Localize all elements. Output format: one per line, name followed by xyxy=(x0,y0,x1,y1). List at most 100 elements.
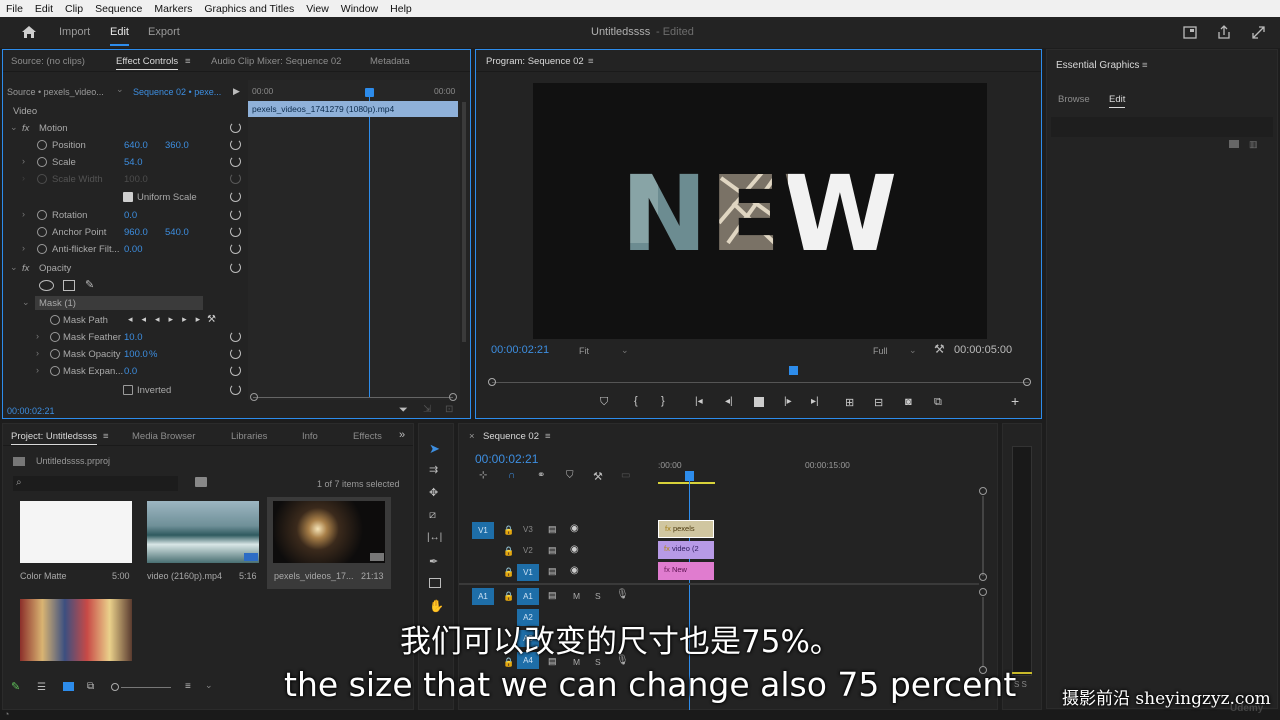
share-icon[interactable] xyxy=(1217,25,1231,39)
work-area-bar[interactable] xyxy=(658,482,715,484)
inverted-row[interactable]: Inverted xyxy=(3,382,247,399)
quality-select[interactable]: Full ⌄ xyxy=(873,345,921,358)
reset-icon[interactable] xyxy=(230,226,241,237)
stopwatch-icon[interactable] xyxy=(37,157,47,167)
slip-tool-icon[interactable]: |↔| xyxy=(427,532,442,543)
ellipse-mask-icon[interactable] xyxy=(39,280,54,291)
panel-menu-icon[interactable]: ≡ xyxy=(588,56,594,67)
freeform-view-icon[interactable]: ⧉ xyxy=(87,681,94,692)
menu-graphics[interactable]: Graphics and Titles xyxy=(198,3,300,15)
lock-icon[interactable]: 🔒 xyxy=(503,546,514,557)
list-view-icon[interactable]: ☰ xyxy=(37,682,46,693)
position-y-value[interactable]: 360.0 xyxy=(165,140,189,151)
source-patch-a1[interactable]: A1 xyxy=(472,588,494,605)
step-forward-icon[interactable]: |▸ xyxy=(784,396,792,407)
camera-icon[interactable]: ◙ xyxy=(905,396,912,408)
menu-help[interactable]: Help xyxy=(384,3,418,15)
mask-path-row[interactable]: Mask Path ◂◂◂▸▸▸ ⚒ xyxy=(3,312,247,329)
zoom-handle-left[interactable] xyxy=(250,393,258,401)
sort-icon[interactable]: ≡ xyxy=(185,681,191,692)
rectangle-tool-icon[interactable] xyxy=(429,578,441,588)
mark-in-icon[interactable]: { xyxy=(634,395,638,407)
stopwatch-icon[interactable] xyxy=(37,227,47,237)
collapse-arrow-icon[interactable]: ⌄ xyxy=(10,262,18,273)
panel-menu-icon[interactable]: ≡ xyxy=(545,431,551,442)
video-preview[interactable]: NEW xyxy=(533,83,987,339)
opacity-row[interactable]: ⌄ fx Opacity xyxy=(3,260,247,277)
filter-icon[interactable]: ⏷ xyxy=(399,404,408,417)
antiflicker-row[interactable]: › Anti-flicker Filt... 0.00 xyxy=(3,241,247,258)
reset-icon[interactable] xyxy=(230,209,241,220)
mask-label[interactable]: Mask (1) xyxy=(39,298,76,309)
menu-edit[interactable]: Edit xyxy=(29,3,59,15)
wrench-icon[interactable]: ⚒ xyxy=(593,470,603,483)
stopwatch-icon[interactable] xyxy=(50,349,60,359)
chevron-down-icon[interactable]: ⌄ xyxy=(205,680,213,691)
scrub-track[interactable] xyxy=(492,382,1029,383)
mask-expansion-row[interactable]: › Mask Expan... 0.0 xyxy=(3,363,247,380)
collapse-arrow-icon[interactable]: ⌄ xyxy=(22,297,30,308)
audio-scroll-track[interactable] xyxy=(982,597,984,667)
lift-icon[interactable]: ⊞ xyxy=(845,396,854,409)
anchor-row[interactable]: Anchor Point 960.0 540.0 xyxy=(3,224,247,241)
sync-lock-icon[interactable]: ▤ xyxy=(548,590,557,601)
effect-timeline[interactable]: 00:00 00:00 pexels_videos_1741279 (1080p… xyxy=(248,80,466,400)
thumbnail-color-matte[interactable] xyxy=(20,501,132,563)
go-to-out-icon[interactable]: ▸| xyxy=(811,396,819,407)
mask-feather-row[interactable]: › Mask Feather 10.0 xyxy=(3,329,247,346)
tab-eg-edit[interactable]: Edit xyxy=(1109,94,1126,108)
stop-icon[interactable] xyxy=(754,397,764,407)
pencil-icon[interactable]: ✎ xyxy=(11,680,20,693)
clip-new[interactable]: fx New xyxy=(658,562,714,580)
extract-icon[interactable]: ⊟ xyxy=(874,396,883,409)
v-scroll-handle-top[interactable] xyxy=(979,487,987,495)
zoom-slider-track[interactable] xyxy=(121,687,171,688)
rectangle-mask-icon[interactable] xyxy=(63,280,75,291)
menu-window[interactable]: Window xyxy=(335,3,384,15)
tab-source[interactable]: Source: (no clips) xyxy=(11,56,85,67)
clip-bar[interactable]: pexels_videos_1741279 (1080p).mp4 xyxy=(248,101,458,117)
v-scroll-handle-bottom[interactable] xyxy=(979,573,987,581)
stopwatch-icon[interactable] xyxy=(37,244,47,254)
wrench-icon[interactable]: ⚒ xyxy=(934,342,945,356)
trash-icon[interactable]: ▥ xyxy=(1249,139,1258,150)
sync-lock-icon[interactable]: ▤ xyxy=(548,566,557,577)
mute-button[interactable]: M xyxy=(573,591,580,601)
thumbnail-waterfall[interactable] xyxy=(147,501,259,563)
reset-icon[interactable] xyxy=(230,139,241,150)
tab-media-browser[interactable]: Media Browser xyxy=(132,431,195,442)
linked-selection-icon[interactable]: ⚭ xyxy=(537,470,545,481)
expand-arrow-icon[interactable]: › xyxy=(22,156,25,166)
zoom-scroll-track[interactable] xyxy=(253,397,453,398)
menu-clip[interactable]: Clip xyxy=(59,3,89,15)
clip-pexels[interactable]: fx pexels xyxy=(658,520,714,538)
track-select-icon[interactable]: ⇉ xyxy=(429,463,438,476)
snap-icon[interactable]: ∩ xyxy=(508,470,515,481)
wrench-icon[interactable]: ⚒ xyxy=(207,314,216,325)
fx-badge[interactable]: fx xyxy=(22,263,29,274)
eye-icon[interactable]: ◉ xyxy=(570,523,579,534)
expand-arrow-icon[interactable]: › xyxy=(36,331,39,341)
track-label-a1[interactable]: A1 xyxy=(517,588,539,605)
tab-edit[interactable]: Edit xyxy=(110,26,129,46)
ripple-edit-icon[interactable]: ✥ xyxy=(429,486,438,499)
reset-icon[interactable] xyxy=(230,348,241,359)
panel-menu-icon[interactable]: ≡ xyxy=(103,431,109,442)
stopwatch-icon[interactable] xyxy=(37,210,47,220)
panel-menu-icon[interactable]: ≡ xyxy=(1142,60,1148,71)
home-icon[interactable] xyxy=(21,25,37,39)
track-divider[interactable] xyxy=(459,583,979,585)
reset-icon[interactable] xyxy=(230,384,241,395)
expand-arrow-icon[interactable]: › xyxy=(36,365,39,375)
mask-feather-value[interactable]: 10.0 xyxy=(124,332,143,343)
tab-effects[interactable]: Effects xyxy=(353,431,382,442)
mask-row[interactable]: ⌄ Mask (1) xyxy=(3,295,247,312)
reset-icon[interactable] xyxy=(230,262,241,273)
razor-tool-icon[interactable]: ⧄ xyxy=(429,509,436,522)
menu-view[interactable]: View xyxy=(300,3,335,15)
icon-view-icon[interactable] xyxy=(63,682,74,691)
inverted-checkbox[interactable] xyxy=(123,385,133,395)
mask-opacity-value[interactable]: 100.0 xyxy=(124,349,148,360)
reset-icon[interactable] xyxy=(230,243,241,254)
playhead-marker[interactable] xyxy=(685,471,694,481)
